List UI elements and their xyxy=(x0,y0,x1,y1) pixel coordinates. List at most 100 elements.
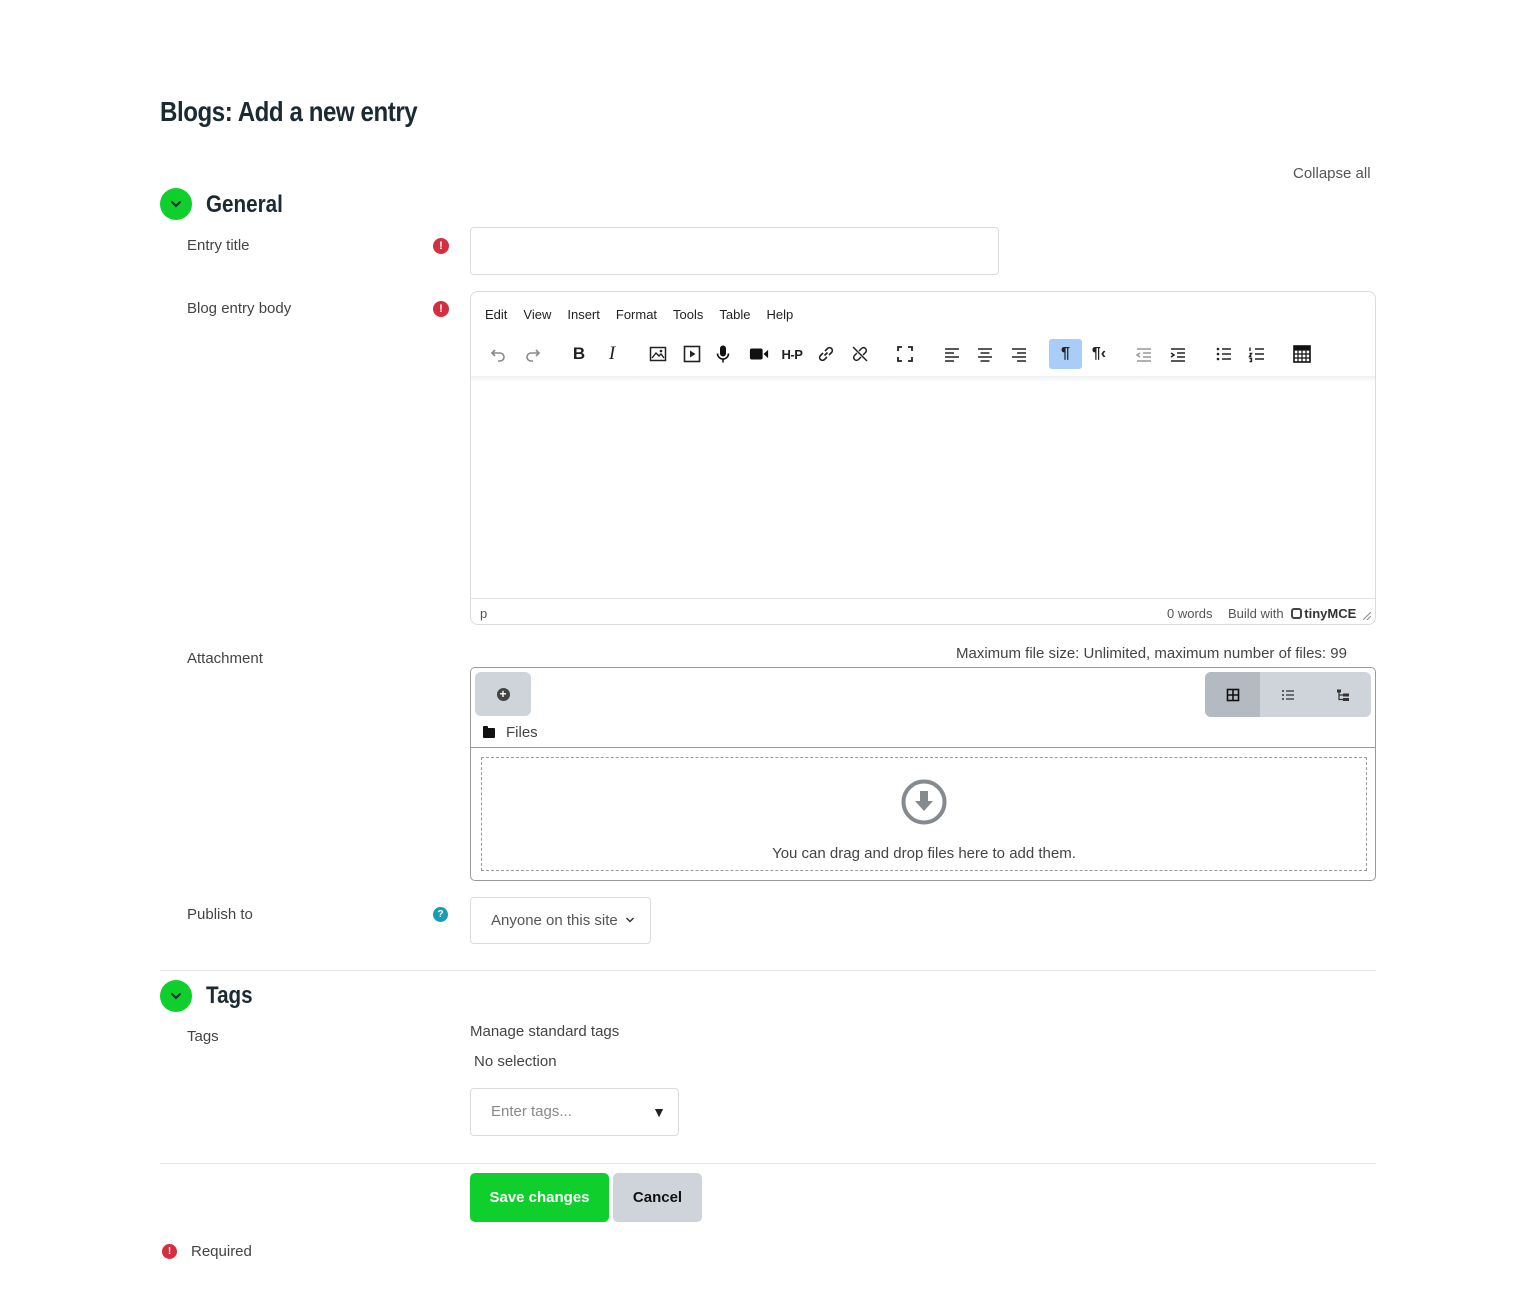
dropdown-arrow-icon[interactable]: ▼ xyxy=(652,1089,666,1135)
tags-section-title: Tags xyxy=(206,982,253,1009)
file-path-label: Files xyxy=(506,724,538,741)
file-path[interactable]: Files xyxy=(483,724,538,741)
blog-entry-body-label: Blog entry body xyxy=(187,300,292,317)
editor-toolbar: B I H-P ¶ ¶‹ xyxy=(471,339,1375,369)
indent-button[interactable] xyxy=(1163,339,1193,369)
redo-button[interactable] xyxy=(518,339,548,369)
align-center-button[interactable] xyxy=(970,339,1000,369)
file-manager-divider xyxy=(471,747,1375,748)
menu-format[interactable]: Format xyxy=(616,304,657,326)
align-right-button[interactable] xyxy=(1004,339,1034,369)
help-icon[interactable]: ? xyxy=(433,907,448,922)
tags-input[interactable]: Enter tags... ▼ xyxy=(470,1088,679,1136)
record-video-button[interactable] xyxy=(744,339,774,369)
undo-button[interactable] xyxy=(483,339,513,369)
unlink-icon xyxy=(852,346,868,362)
manage-standard-tags-link[interactable]: Manage standard tags xyxy=(470,1023,619,1040)
general-section-title: General xyxy=(206,191,283,218)
collapse-all-link[interactable]: Collapse all xyxy=(1293,165,1371,182)
bold-button[interactable]: B xyxy=(564,339,594,369)
outdent-button[interactable] xyxy=(1129,339,1159,369)
required-legend: ! Required xyxy=(162,1243,252,1260)
ltr-button[interactable]: ¶ xyxy=(1049,339,1082,369)
branding-name: tinyMCE xyxy=(1304,606,1357,621)
page-title: Blogs: Add a new entry xyxy=(160,96,418,127)
download-arrow-icon xyxy=(901,779,947,825)
unlink-button[interactable] xyxy=(845,339,875,369)
section-divider xyxy=(160,970,1376,971)
bullet-list-icon xyxy=(1216,347,1231,361)
tinymce-logo-icon xyxy=(1291,608,1303,619)
record-audio-button[interactable] xyxy=(708,339,738,369)
menu-tools[interactable]: Tools xyxy=(673,304,703,326)
add-file-button[interactable]: + xyxy=(475,672,531,716)
drop-zone-text: You can drag and drop files here to add … xyxy=(772,845,1076,862)
attachment-label: Attachment xyxy=(187,650,263,667)
folder-icon xyxy=(483,725,495,738)
video-camera-icon xyxy=(749,348,769,360)
publish-to-select[interactable]: Anyone on this site xyxy=(470,897,651,944)
undo-icon xyxy=(490,349,505,362)
save-changes-button[interactable]: Save changes xyxy=(470,1173,609,1222)
resize-handle-icon[interactable] xyxy=(1363,612,1371,620)
editor-branding[interactable]: Build with tinyMCE xyxy=(1228,606,1356,621)
view-list-button[interactable] xyxy=(1260,672,1315,717)
list-icon xyxy=(1281,689,1294,700)
align-right-icon xyxy=(1012,348,1026,362)
table-button[interactable] xyxy=(1287,339,1317,369)
numbered-list-button[interactable] xyxy=(1242,339,1272,369)
bullet-list-button[interactable] xyxy=(1209,339,1239,369)
tags-selection-status: No selection xyxy=(474,1053,557,1070)
h5p-button[interactable]: H-P xyxy=(777,339,807,369)
rtl-button[interactable]: ¶‹ xyxy=(1084,339,1114,369)
align-center-icon xyxy=(978,348,992,362)
publish-to-label: Publish to xyxy=(187,906,253,923)
tags-input-placeholder: Enter tags... xyxy=(491,1103,572,1120)
max-file-size-info: Maximum file size: Unlimited, maximum nu… xyxy=(956,645,1347,662)
menu-view[interactable]: View xyxy=(523,304,551,326)
table-icon xyxy=(1293,345,1311,363)
section-divider xyxy=(160,1163,1376,1164)
media-button[interactable] xyxy=(677,339,707,369)
tree-icon xyxy=(1337,689,1350,701)
editor-menubar: Edit View Insert Format Tools Table Help xyxy=(471,304,809,326)
menu-edit[interactable]: Edit xyxy=(485,304,507,326)
media-icon xyxy=(683,345,701,363)
indent-icon xyxy=(1170,348,1185,362)
microphone-icon xyxy=(716,345,730,363)
image-icon xyxy=(649,346,667,362)
image-button[interactable] xyxy=(643,339,673,369)
numbered-list-icon xyxy=(1248,347,1264,363)
plus-icon: + xyxy=(496,687,510,701)
cancel-button[interactable]: Cancel xyxy=(613,1173,702,1222)
view-switcher xyxy=(1205,672,1371,717)
align-left-button[interactable] xyxy=(937,339,967,369)
fullscreen-icon xyxy=(897,346,913,362)
word-count[interactable]: 0 words xyxy=(1167,606,1213,621)
chevron-down-icon xyxy=(171,993,181,1000)
view-icons-button[interactable] xyxy=(1205,672,1261,717)
menu-insert[interactable]: Insert xyxy=(567,304,600,326)
fullscreen-button[interactable] xyxy=(890,339,920,369)
editor-content-area[interactable] xyxy=(471,382,1375,598)
entry-title-label: Entry title xyxy=(187,237,250,254)
link-button[interactable] xyxy=(811,339,841,369)
chevron-down-icon xyxy=(171,201,181,208)
drop-zone[interactable]: You can drag and drop files here to add … xyxy=(481,757,1367,871)
editor-statusbar: p 0 words Build with tinyMCE xyxy=(471,598,1375,624)
tags-toggle[interactable] xyxy=(160,980,192,1012)
required-icon: ! xyxy=(162,1244,177,1259)
grid-icon xyxy=(1226,688,1239,701)
italic-button[interactable]: I xyxy=(597,339,627,369)
menu-help[interactable]: Help xyxy=(766,304,793,326)
menu-table[interactable]: Table xyxy=(719,304,750,326)
entry-title-input[interactable] xyxy=(470,227,999,275)
view-tree-button[interactable] xyxy=(1316,672,1371,717)
publish-to-value: Anyone on this site xyxy=(491,912,618,929)
link-icon xyxy=(818,346,834,362)
element-path[interactable]: p xyxy=(480,606,487,621)
redo-icon xyxy=(526,349,541,362)
required-legend-text: Required xyxy=(191,1243,252,1260)
tags-label: Tags xyxy=(187,1028,219,1045)
general-toggle[interactable] xyxy=(160,188,192,220)
